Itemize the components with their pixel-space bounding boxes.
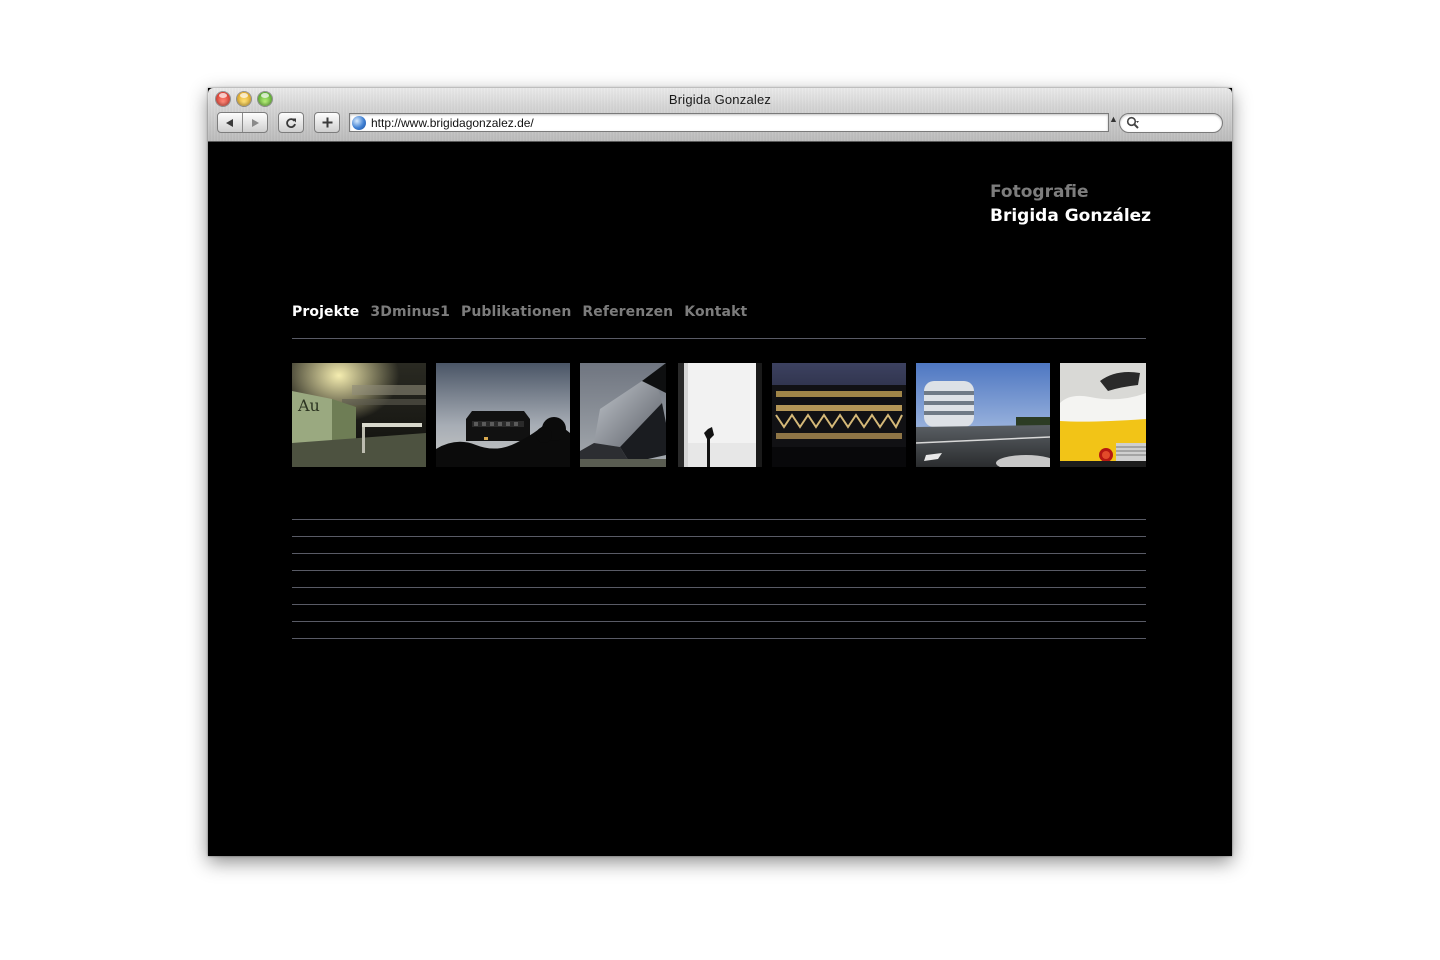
nav-item-3dminus1[interactable]: 3Dminus1 [370,304,450,320]
project-thumbnail[interactable] [436,363,570,467]
content-line [292,536,1146,537]
nav-item-kontakt[interactable]: Kontakt [684,304,747,320]
main-nav: Projekte 3Dminus1 Publikationen Referenz… [292,304,758,320]
content-line [292,570,1146,571]
nav-item-projekte[interactable]: Projekte [292,304,359,320]
project-thumbnail[interactable] [772,363,906,467]
address-bar[interactable]: http://www.brigidagonzalez.de/ [349,113,1109,132]
project-photo [916,363,1050,467]
snapback-icon[interactable]: ▲ [1109,114,1118,124]
back-button[interactable] [218,113,242,132]
svg-text:Au: Au [297,396,320,415]
globe-icon [352,115,366,130]
browser-toolbar: Brigida Gonzalez http://www.brigidagonza… [208,88,1232,142]
nav-item-referenzen[interactable]: Referenzen [582,304,673,320]
project-thumbnail[interactable] [678,363,762,467]
project-thumbnail[interactable] [916,363,1050,467]
plus-icon [322,117,332,128]
project-thumbnail[interactable] [1060,363,1146,467]
brand-subtitle: Fotografie [990,182,1089,202]
project-thumbnail[interactable] [580,363,666,467]
project-photo [580,363,666,467]
content-line [292,638,1146,639]
brand-name: Brigida González [990,206,1152,226]
content-line [292,621,1146,622]
search-field[interactable] [1119,113,1223,133]
content-line [292,519,1146,520]
forward-arrow-icon [251,118,259,127]
window-title: Brigida Gonzalez [668,92,772,107]
content-line [292,553,1146,554]
project-thumbnails: Au [292,363,1146,467]
reload-button[interactable] [278,112,304,133]
back-forward-buttons [217,112,268,133]
web-page: Fotografie Brigida González Projekte 3Dm… [208,142,1232,856]
project-photo [678,363,762,467]
add-bookmark-button[interactable] [314,112,340,133]
project-photo [436,363,570,467]
project-photo: Au [292,363,426,467]
project-photo [772,363,906,467]
browser-window: Brigida Gonzalez http://www.brigidagonza… [208,88,1232,856]
content-line [292,587,1146,588]
nav-divider [292,338,1146,339]
content-line [292,604,1146,605]
site-brand[interactable]: Fotografie Brigida González [990,180,1151,228]
url-text: http://www.brigidagonzalez.de/ [371,115,534,130]
reload-icon [286,117,296,128]
search-icon [1126,116,1139,129]
search-input[interactable] [1140,116,1214,130]
project-thumbnail[interactable]: Au [292,363,426,467]
forward-button[interactable] [243,113,267,132]
project-photo [1060,363,1146,467]
back-arrow-icon [226,118,233,127]
nav-item-publikationen[interactable]: Publikationen [461,304,571,320]
